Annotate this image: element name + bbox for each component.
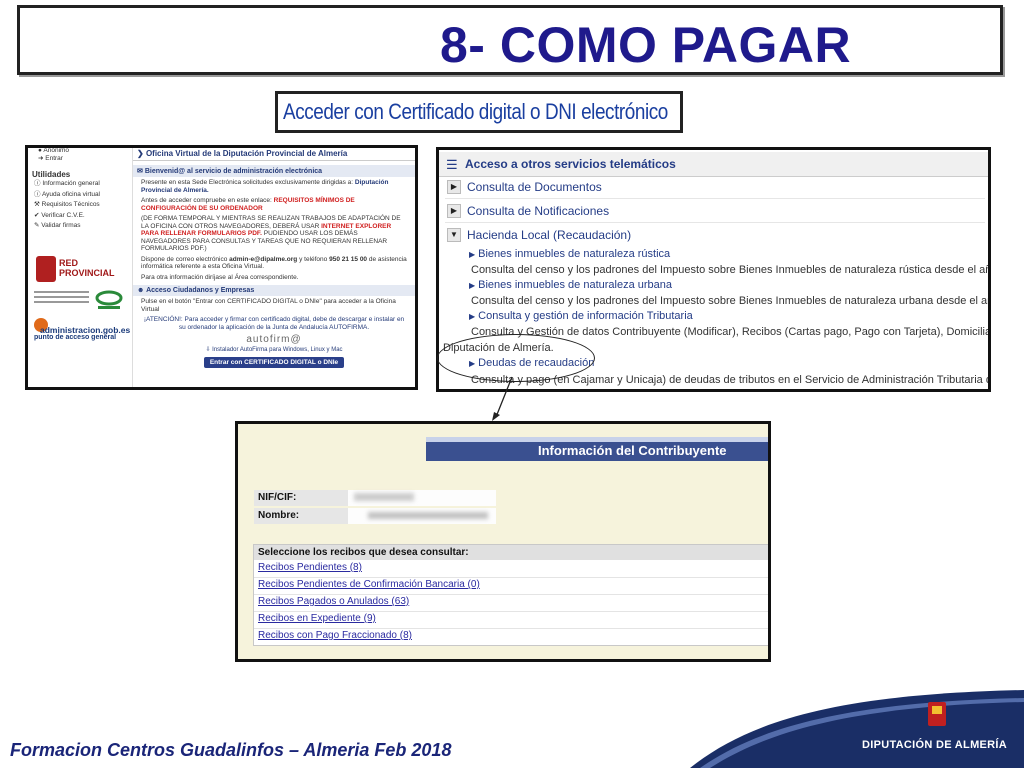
triangle-icon: ▶ (469, 312, 476, 321)
receipts-table: Seleccione los recibos que desea consult… (253, 544, 768, 646)
autofirma-logo: autofirm@ (246, 334, 302, 345)
receipts-pending-bank-link[interactable]: Recibos Pendientes de Confirmación Banca… (258, 579, 480, 590)
receipts-pending-link[interactable]: Recibos Pendientes (8) (258, 562, 362, 573)
subitem-urban[interactable]: ▶ Bienes inmuebles de naturaleza urbana (469, 279, 672, 291)
menu-list-icon: ☰ (446, 157, 458, 172)
subitem-rustic[interactable]: ▶ Bienes inmuebles de naturaleza rústica (469, 248, 670, 260)
subitem-tax-info[interactable]: ▶ Consulta y gestión de información Tribu… (469, 310, 693, 322)
wrench-icon: ⚒ (34, 201, 40, 208)
utility-item-requirements[interactable]: ⚒ Requisitos Técnicos (34, 200, 130, 211)
services-header: ☰ Acceso a otros servicios telemáticos (439, 152, 988, 177)
enter-icon: ➜ (38, 155, 44, 162)
chevron-right-icon: ❯ (137, 149, 144, 158)
breadcrumb: ❯ Oficina Virtual de la Diputación Provi… (133, 148, 415, 161)
name-label: Nombre: (254, 508, 348, 524)
coat-of-arms-icon (36, 256, 56, 282)
service-row-tax[interactable]: ▼ Hacienda Local (Recaudación) (445, 226, 985, 246)
receipts-split-link[interactable]: Recibos con Pago Fraccionado (8) (258, 630, 412, 641)
service-row-notifications[interactable]: ▶ Consulta de Notificaciones (445, 202, 985, 223)
access-banner-text: Acceder con Certificado digital o DNI el… (283, 99, 668, 124)
email-link[interactable]: admin-e@dipalme.org (229, 256, 297, 263)
triangle-icon: ▶ (469, 250, 476, 259)
subitem-urban-desc: Consulta del censo y los padrones del Im… (471, 295, 991, 307)
pen-icon: ✎ (34, 222, 40, 229)
play-icon: ▶ (447, 180, 461, 194)
taxpayer-screenshot: Información del Contribuyente NIF/CIF: N… (235, 421, 771, 662)
play-icon: ▶ (447, 204, 461, 218)
receipts-table-header: Seleccione los recibos que desea consult… (254, 545, 768, 560)
utility-item-help[interactable]: ⓘ Ayuda oficina virtual (34, 190, 130, 201)
utility-item-info[interactable]: ⓘ Información general (34, 179, 130, 190)
welcome-bar: ✉ Bienvenid@ al servicio de administraci… (133, 165, 415, 177)
enter-link[interactable]: ➜ Entrar (30, 153, 130, 164)
utility-item-verify[interactable]: ✔ Verificar C.V.E. (34, 211, 130, 222)
nif-label: NIF/CIF: (254, 490, 348, 506)
download-icon: ⇩ (205, 347, 211, 353)
junta-andalucia-logo (94, 288, 124, 310)
utility-item-validate[interactable]: ✎ Validar firmas (34, 221, 130, 232)
service-row-documents[interactable]: ▶ Consulta de Documentos (445, 178, 985, 199)
triangle-icon: ▶ (469, 281, 476, 290)
virtual-office-main: ❯ Oficina Virtual de la Diputación Provi… (132, 148, 415, 387)
receipts-paid-link[interactable]: Recibos Pagados o Anulados (63) (258, 596, 409, 607)
virtual-office-screenshot: ● Anónimo ➜ Entrar Utilidades ⓘ Informac… (25, 145, 418, 390)
admin-gob-tagline: punto de acceso general (34, 334, 117, 341)
welcome-text: Presente en esta Sede Electrónica solici… (141, 179, 407, 281)
access-text: Pulse en el botón "Entrar con CERTIFICAD… (141, 298, 405, 331)
help-icon: ⓘ (34, 190, 41, 198)
junta-notice (34, 288, 89, 306)
receipts-file-link[interactable]: Recibos en Expediente (9) (258, 613, 376, 624)
footer-text: Formacion Centros Guadalinfos – Almeria … (10, 740, 452, 760)
slide-title: 8- COMO PAGAR (440, 17, 852, 73)
virtual-office-sidebar: ● Anónimo ➜ Entrar Utilidades ⓘ Informac… (30, 148, 130, 387)
check-icon: ✔ (34, 211, 40, 219)
access-banner: Acceder con Certificado digital o DNI el… (275, 91, 683, 133)
info-icon: ⓘ (34, 180, 41, 187)
taxpayer-header: Información del Contribuyente (426, 437, 768, 461)
users-icon: ☻ (137, 287, 145, 294)
slide-title-box: 8- COMO PAGAR (17, 5, 1003, 75)
name-value (348, 508, 496, 524)
footer-brand-label: DIPUTACIÓN DE ALMERÍA (862, 739, 1008, 751)
access-bar: ☻ Acceso Ciudadanos y Empresas (133, 285, 415, 296)
chevron-down-icon: ▼ (447, 228, 461, 242)
subitem-rustic-desc: Consulta del censo y los padrones del Im… (471, 264, 991, 276)
footer-brand-shape (690, 690, 1024, 768)
enter-certificate-button[interactable]: Entrar con CERTIFICADO DIGITAL o DNIe (203, 357, 345, 368)
megaphone-icon: ✉ (137, 168, 143, 175)
autofirma-installer-link[interactable]: ⇩ Instalador AutoFirma para Windows, Lin… (133, 346, 415, 353)
utilities-list: ⓘ Información general ⓘ Ayuda oficina vi… (30, 179, 130, 232)
nif-value (348, 490, 496, 506)
red-provincial-logo: RED PROVINCIAL (59, 258, 115, 278)
utilities-heading: Utilidades (32, 170, 71, 179)
